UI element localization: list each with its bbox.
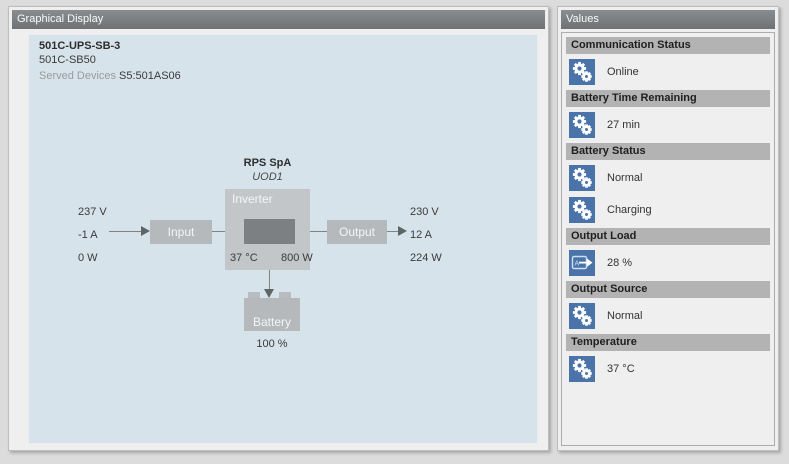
value-row: Charging [569, 195, 770, 225]
input-voltage: 237 V [78, 206, 107, 218]
output-voltage: 230 V [410, 206, 439, 218]
inverter-label: Inverter [232, 192, 273, 206]
unit-subtitle: UOD1 [225, 171, 310, 183]
value-text: Online [607, 66, 639, 78]
input-current: -1 A [78, 229, 98, 241]
output-current: 12 A [410, 229, 432, 241]
device-model: 501C-SB50 [39, 54, 96, 66]
section-header: Battery Time Remaining [566, 90, 770, 107]
load-meter-icon[interactable]: A [569, 250, 595, 276]
value-row: 27 min [569, 110, 770, 140]
values-panel: Values Communication Status Online Batter… [557, 6, 779, 451]
value-text: Charging [607, 204, 652, 216]
input-power: 0 W [78, 252, 98, 264]
gears-icon[interactable] [569, 165, 595, 191]
svg-text:A: A [575, 261, 580, 268]
ups-diagram-canvas: 501C-UPS-SB-3 501C-SB50 Served Devices S… [28, 34, 538, 444]
arrowhead-into-battery-icon [264, 289, 274, 298]
battery-charge-value: 100 % [244, 338, 300, 350]
served-devices-label: Served Devices [39, 70, 116, 82]
section-header: Temperature [566, 334, 770, 351]
value-text: 27 min [607, 119, 640, 131]
gears-icon[interactable] [569, 59, 595, 85]
inverter-temperature: 37 °C [230, 252, 258, 264]
gears-icon[interactable] [569, 303, 595, 329]
input-metrics: 237 V -1 A 0 W [78, 207, 107, 265]
value-row: 37 °C [569, 354, 770, 384]
inverter-core-block [244, 219, 295, 244]
battery-block[interactable]: Battery [244, 298, 300, 331]
value-row: A 28 % [569, 248, 770, 278]
value-row: Online [569, 57, 770, 87]
section-header: Communication Status [566, 37, 770, 54]
inverter-power: 800 W [281, 252, 313, 264]
values-titlebar: Values [561, 10, 775, 29]
output-metrics: 230 V 12 A 224 W [410, 207, 442, 265]
section-header: Battery Status [566, 143, 770, 160]
value-text: Normal [607, 310, 642, 322]
gears-icon[interactable] [569, 112, 595, 138]
gears-icon[interactable] [569, 197, 595, 223]
value-text: Normal [607, 172, 642, 184]
section-header: Output Load [566, 228, 770, 245]
gears-icon[interactable] [569, 356, 595, 382]
device-name: 501C-UPS-SB-3 [39, 40, 120, 52]
unit-title: RPS SpA [225, 157, 310, 169]
input-block[interactable]: Input [150, 220, 212, 244]
section-header: Output Source [566, 281, 770, 298]
value-row: Normal [569, 163, 770, 193]
value-row: Normal [569, 301, 770, 331]
graphical-display-titlebar: Graphical Display [12, 10, 545, 29]
value-text: 37 °C [607, 363, 635, 375]
value-text: 28 % [607, 257, 632, 269]
output-block[interactable]: Output [327, 220, 387, 244]
served-devices-value: S5:501AS06 [119, 70, 181, 82]
arrowhead-out-of-output-icon [398, 226, 407, 236]
arrowhead-into-input-icon [141, 226, 150, 236]
output-power: 224 W [410, 252, 442, 264]
graphical-display-panel: Graphical Display 501C-UPS-SB-3 501C-SB5… [8, 6, 549, 451]
flow-line-source-to-input [109, 231, 143, 232]
values-sections: Communication Status Online Battery Time … [561, 32, 775, 446]
